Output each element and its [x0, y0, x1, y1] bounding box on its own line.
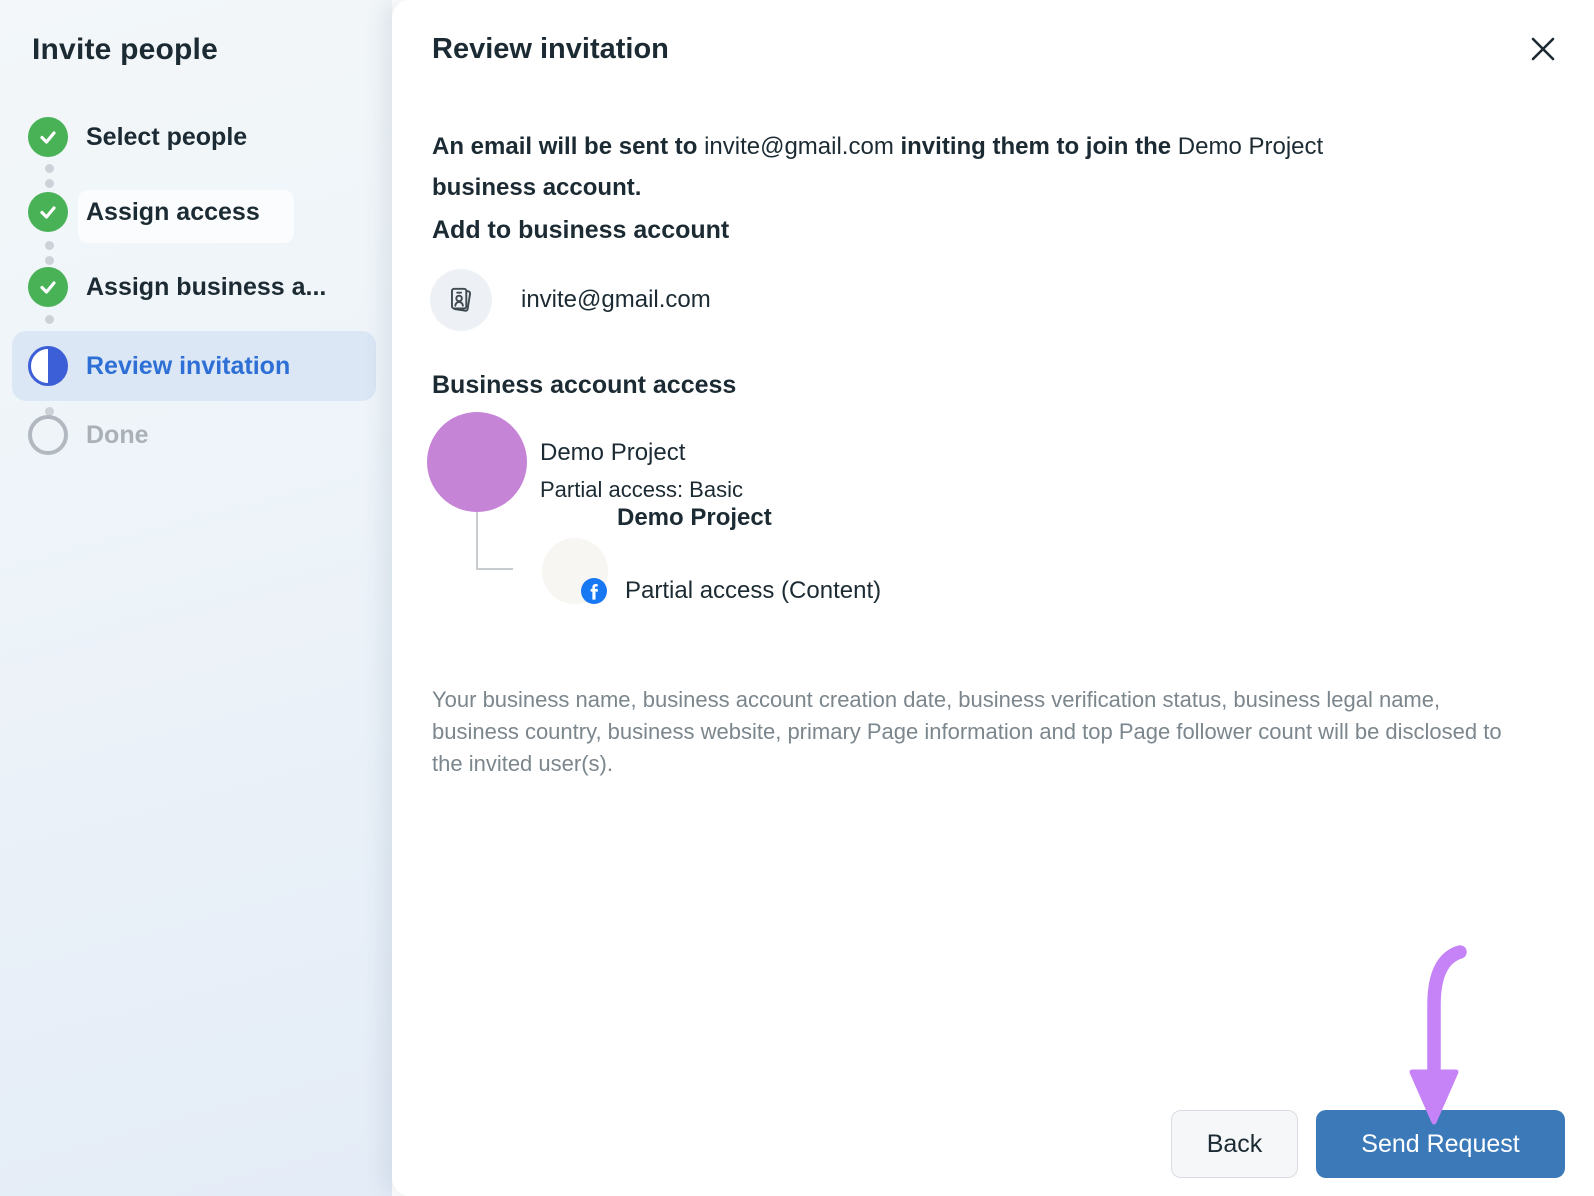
invitee-email: invite@gmail.com: [704, 133, 894, 160]
tree-connector-horizontal: [476, 568, 513, 570]
step-review-invitation[interactable]: Review invitation: [12, 331, 376, 401]
review-invitation-panel: Review invitation An email will be sent …: [392, 0, 1594, 1196]
step-label: Review invitation: [86, 352, 290, 381]
intro-text: An email will be sent to invite@gmail.co…: [432, 126, 1367, 208]
annotation-arrow-icon: [1390, 933, 1500, 1133]
half-filled-circle-icon: [28, 346, 68, 386]
tree-connector-vertical: [476, 512, 478, 570]
step-label: Done: [86, 421, 149, 450]
back-button[interactable]: Back: [1171, 1110, 1298, 1178]
step-connector-dot: [45, 164, 54, 173]
check-circle-icon: [28, 192, 68, 232]
send-request-button[interactable]: Send Request: [1316, 1110, 1565, 1178]
business-name: Demo Project: [1178, 133, 1323, 160]
invite-people-dialog: Invite people Select people Assign acces…: [0, 0, 1594, 1196]
wizard-sidebar: Invite people Select people Assign acces…: [0, 0, 392, 1196]
step-label: Select people: [86, 123, 247, 152]
step-connector-dot: [45, 241, 54, 250]
intro-segment: business account.: [432, 174, 641, 201]
close-button[interactable]: [1522, 28, 1564, 70]
intro-segment: inviting them to join the: [894, 133, 1178, 160]
dialog-title: Invite people: [32, 33, 218, 67]
empty-circle-icon: [28, 415, 68, 455]
check-circle-icon: [28, 117, 68, 157]
facebook-icon: [581, 578, 607, 604]
step-assign-business-assets[interactable]: Assign business a...: [12, 259, 376, 315]
step-assign-access[interactable]: Assign access: [12, 184, 376, 240]
business-avatar: [427, 412, 527, 512]
check-circle-icon: [28, 267, 68, 307]
business-access-level: Partial access: Basic: [540, 477, 743, 503]
asset-group-name: Demo Project: [617, 504, 772, 532]
add-to-business-account-heading: Add to business account: [432, 216, 729, 245]
intro-segment: An email will be sent to: [432, 133, 704, 160]
invitee-avatar: [430, 269, 492, 331]
asset-access-level: Partial access (Content): [625, 577, 881, 605]
contact-card-icon: [444, 283, 478, 317]
business-account-access-heading: Business account access: [432, 371, 736, 400]
invitee-email-row: invite@gmail.com: [521, 286, 711, 314]
business-account-name: Demo Project: [540, 439, 685, 467]
close-icon: [1529, 35, 1557, 63]
disclosure-text: Your business name, business account cre…: [432, 684, 1510, 780]
step-label: Assign access: [86, 198, 260, 227]
step-select-people[interactable]: Select people: [12, 109, 376, 165]
step-label: Assign business a...: [86, 273, 326, 302]
page-title: Review invitation: [432, 33, 669, 66]
step-done: Done: [12, 407, 376, 463]
step-connector-dot: [45, 315, 54, 324]
